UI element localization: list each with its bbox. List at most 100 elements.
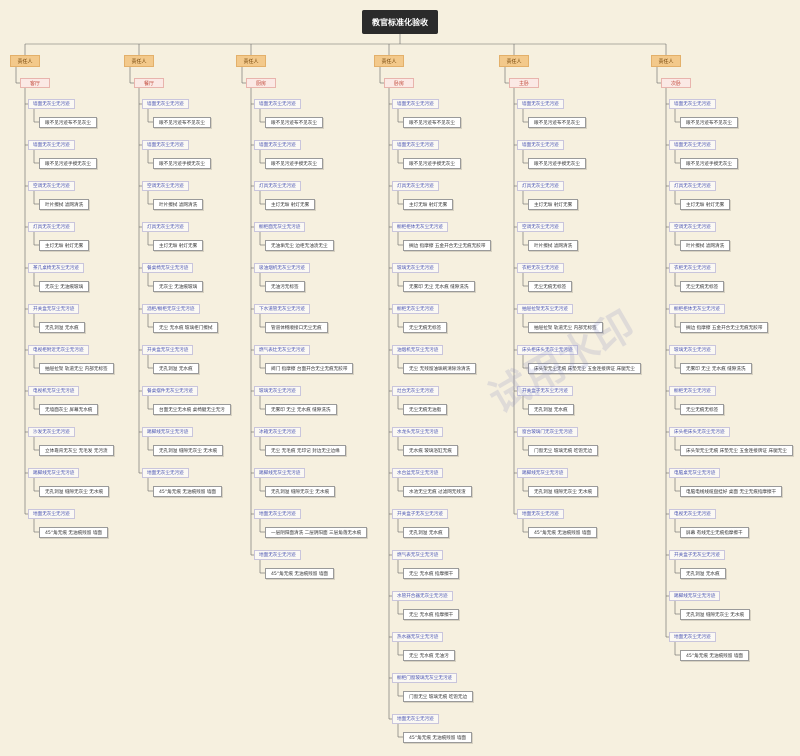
check-detail: 床头架无尘无痕 床垫无尘 五金连接牌证 床腿无尘 — [680, 445, 793, 456]
check-detail: 主灯无垢 射灯无雾 — [403, 199, 454, 210]
check-detail: 无孔洞溢 无水痕 — [680, 568, 726, 579]
check-detail: 眼不见污迹布不见灰尘 — [528, 117, 586, 128]
check-detail: 电脑电线线缆盘挂好 桌面 无尘无痕指摩擦干 — [680, 486, 783, 497]
check-detail: 无孔洞溢 缝隙无灰尘 无水痕 — [265, 486, 336, 497]
check-item: 电视柜附近无灰尘无污迹 — [28, 345, 89, 355]
check-detail: 无尘 无水痕 玻璃柜门擦拭 — [153, 322, 219, 333]
check-detail: 无孔洞溢 缝隙无灰尘 无水痕 — [39, 486, 110, 497]
check-item: 墙面无灰尘无污迹 — [28, 140, 75, 150]
check-item: 玻璃无灰尘无污迹 — [254, 386, 301, 396]
check-detail: 屏幕 有线无尘无痕指摩擦干 — [680, 527, 749, 538]
check-detail: 叶片擦拭 滤网清洗 — [680, 240, 731, 251]
check-detail: 无孔洞溢 缝隙无灰尘 无水痕 — [153, 445, 224, 456]
check-item: 空调无灰尘无污迹 — [517, 222, 564, 232]
check-item: 油烟机无灰尘无污迹 — [392, 345, 444, 355]
check-detail: 45°角无痕 无油痕残留 墙面 — [528, 527, 598, 538]
check-detail: 叶片擦拭 滤网清洗 — [39, 199, 90, 210]
check-item: 橱柜柜体无灰尘无污迹 — [669, 304, 725, 314]
check-item: 墙面无灰尘无污迹 — [517, 140, 564, 150]
check-detail: 无尘无痕无标签 — [403, 322, 448, 333]
check-item: 水龙头无灰尘无污迹 — [392, 427, 444, 437]
check-item: 燃气表灶无灰尘无污迹 — [254, 345, 310, 355]
check-detail: 眼不见污迹手摸无灰尘 — [153, 158, 211, 169]
check-item: 地面无灰尘无污迹 — [669, 632, 716, 642]
check-detail: 无尘 无残留油垢刷清除涂清洗 — [403, 363, 477, 374]
owner-node: 责任人 — [374, 55, 404, 67]
check-item: 橱柜门窗玻璃无灰尘无污迹 — [392, 673, 458, 683]
check-detail: 无尘无痕无标签 — [680, 281, 725, 292]
check-item: 冰箱无灰尘无污迹 — [254, 427, 301, 437]
check-detail: 抽屉拉架 轨道无尘 内部无标签 — [39, 363, 114, 374]
owner-node: 责任人 — [499, 55, 529, 67]
check-item: 灯具无灰尘无污迹 — [28, 222, 75, 232]
check-item: 墙面无灰尘无污迹 — [669, 140, 716, 150]
check-item: 水台盆无灰尘无污迹 — [392, 468, 444, 478]
check-item: 灯具无灰尘无污迹 — [517, 181, 564, 191]
check-detail: 45°角无痕 无油痕残留 墙面 — [265, 568, 335, 579]
check-item: 墙面无灰尘无污迹 — [669, 99, 716, 109]
check-detail: 无孔洞溢 缝隙无灰尘 无水痕 — [680, 609, 751, 620]
check-item: 玻璃无灰尘无污迹 — [392, 263, 439, 273]
check-item: 燃气表无灰尘无污迹 — [392, 550, 444, 560]
check-detail: 无水痕 玻璃浴缸无痕 — [403, 445, 458, 456]
check-item: 地面无灰尘无污迹 — [517, 509, 564, 519]
check-item: 空调无灰尘无污迹 — [28, 181, 75, 191]
check-item: 衣柜无灰尘无污迹 — [669, 263, 716, 273]
check-item: 墙面无灰尘无污迹 — [142, 140, 189, 150]
check-item: 橱柜柜体无灰尘无污迹 — [392, 222, 448, 232]
room-node: 卧房 — [384, 78, 414, 88]
check-detail: 无尘 无水痕 指摩擦干 — [403, 609, 460, 620]
check-item: 灯具无灰尘无污迹 — [142, 222, 189, 232]
check-item: 地面无灰尘无污迹 — [28, 509, 75, 519]
check-item: 灯具无灰尘无污迹 — [254, 181, 301, 191]
check-detail: 眼不见污迹手摸无灰尘 — [403, 158, 461, 169]
check-item: 墙面无灰尘无污迹 — [142, 99, 189, 109]
check-detail: 眼不见污迹布不见灰尘 — [403, 117, 461, 128]
check-item: 窗台玻璃门无灰尘无污迹 — [517, 427, 578, 437]
check-item: 床头柜床头无灰尘无污迹 — [669, 427, 730, 437]
check-detail: 45°角无痕 无油痕残留 墙面 — [153, 486, 223, 497]
check-detail: 门窗无尘 玻璃无痕 吃饱无边 — [403, 691, 474, 702]
check-detail: 阀门 指摩擦 台面开合无尘无痕无胶带 — [265, 363, 354, 374]
check-item: 灯具无灰尘无污迹 — [392, 181, 439, 191]
check-item: 开关盒无灰尘无污迹 — [142, 345, 194, 355]
check-detail: 无尘 无毛痕 无印记 封边无尘边缘 — [265, 445, 346, 456]
check-detail: 无尘 无水痕 无油污 — [403, 650, 455, 661]
check-detail: 无墙面灰尘 屏幕无水痕 — [39, 404, 99, 415]
check-detail: 水池无尘无痕 过滤网无残渣 — [403, 486, 472, 497]
check-detail: 主灯无垢 射灯无雾 — [528, 199, 579, 210]
check-detail: 眼不见污迹手摸无灰尘 — [39, 158, 97, 169]
check-item: 空调无灰尘无污迹 — [142, 181, 189, 191]
check-detail: 无尘无痕无油脂 — [403, 404, 448, 415]
check-detail: 无孔洞溢 无水痕 — [403, 527, 449, 538]
check-detail: 叶片擦拭 滤网清洗 — [528, 240, 579, 251]
check-item: 灶台无灰尘无污迹 — [392, 386, 439, 396]
owner-node: 责任人 — [10, 55, 40, 67]
check-item: 墙面无灰尘无污迹 — [392, 99, 439, 109]
check-item: 沙发无灰尘无污迹 — [28, 427, 75, 437]
check-detail: 一层阴阳面清洗 二层阴阳面 三层角落无水痕 — [265, 527, 368, 538]
check-detail: 眼不见污迹手摸无灰尘 — [528, 158, 586, 169]
check-detail: 无雾印 无尘 无水痕 缝隙洗洗 — [680, 363, 752, 374]
check-item: 玻璃无灰尘无污迹 — [669, 345, 716, 355]
room-node: 客厅 — [20, 78, 50, 88]
check-item: 抽屉拉架无灰尘无污迹 — [517, 304, 573, 314]
check-item: 墙面无灰尘无污迹 — [254, 99, 301, 109]
check-detail: 眼不见污迹手摸无灰尘 — [680, 158, 738, 169]
check-detail: 45°角无痕 无油痕残留 墙面 — [680, 650, 750, 661]
check-item: 吸油烟机无灰尘无污迹 — [254, 263, 310, 273]
check-item: 酒柜/橱柜无灰尘无污迹 — [142, 304, 200, 314]
room-node: 次卧 — [661, 78, 691, 88]
check-item: 地面无灰尘无污迹 — [254, 550, 301, 560]
check-item: 地面无灰尘无污迹 — [392, 714, 439, 724]
check-item: 水管开合器无灰尘无污迹 — [392, 591, 453, 601]
check-detail: 管道体畅顺接口无尘无痕 — [265, 322, 328, 333]
owner-node: 责任人 — [651, 55, 681, 67]
check-item: 开关盒子无灰尘无污迹 — [669, 550, 725, 560]
check-detail: 无雾印 无尘 无水痕 缝隙洗洗 — [403, 281, 475, 292]
check-item: 灯具无灰尘无污迹 — [669, 181, 716, 191]
check-detail: 无灰尘 无油痕玻璃 — [39, 281, 90, 292]
room-node: 厨房 — [246, 78, 276, 88]
check-item: 电视机无灰尘无污迹 — [28, 386, 80, 396]
check-detail: 无尘无痕无标签 — [680, 404, 725, 415]
